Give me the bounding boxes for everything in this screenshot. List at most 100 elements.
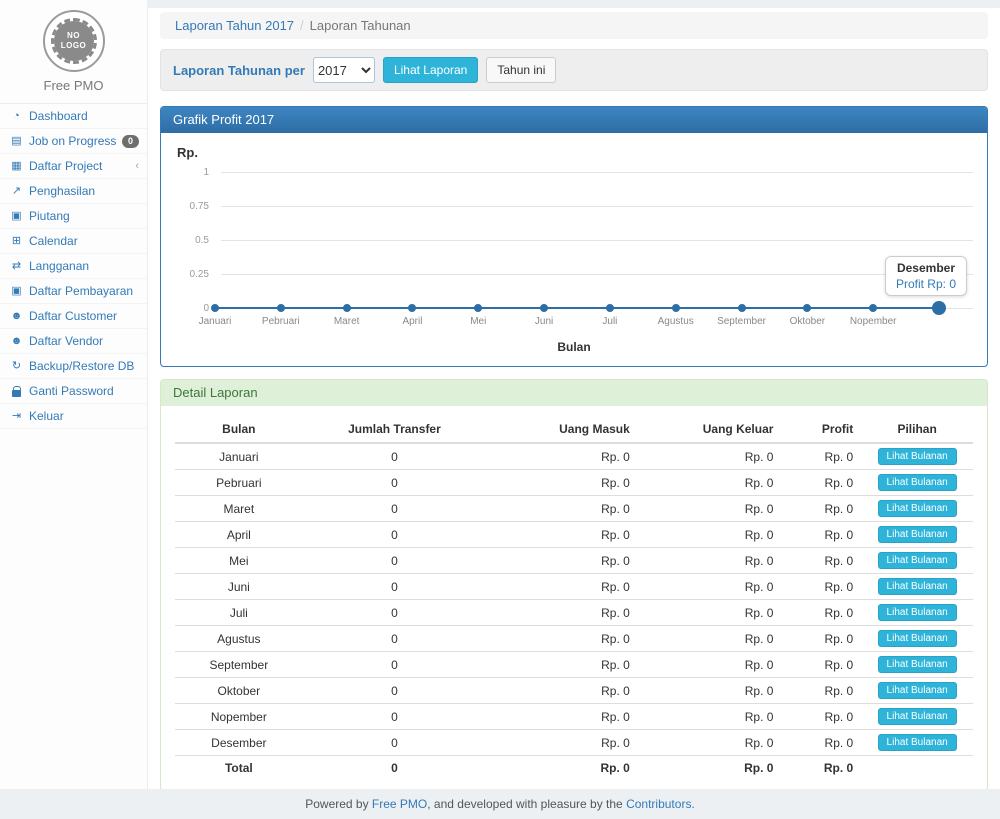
data-point-maret[interactable] xyxy=(343,304,351,312)
action-cell: Lihat Bulanan xyxy=(861,548,973,574)
uang-masuk-cell: Rp. 0 xyxy=(486,704,638,730)
uang-keluar-cell: Rp. 0 xyxy=(638,548,782,574)
data-point-september[interactable] xyxy=(738,304,746,312)
gridline xyxy=(221,206,973,207)
breadcrumb-separator: / xyxy=(300,18,304,33)
table-row: September0Rp. 0Rp. 0Rp. 0Lihat Bulanan xyxy=(175,652,973,678)
data-point-juli[interactable] xyxy=(606,304,614,312)
brand-block: NO LOGO Free PMO xyxy=(0,0,147,104)
jumlah-transfer-cell: 0 xyxy=(303,678,487,704)
uang-keluar-cell: Rp. 0 xyxy=(638,730,782,756)
table-body: Januari0Rp. 0Rp. 0Rp. 0Lihat BulananPebr… xyxy=(175,443,973,780)
column-header: Profit xyxy=(781,416,861,443)
sidebar-item-daftar-pembayaran[interactable]: ▣Daftar Pembayaran xyxy=(0,279,147,304)
uang-keluar-cell: Rp. 0 xyxy=(638,678,782,704)
jumlah-transfer-cell: 0 xyxy=(303,443,487,470)
uang-masuk-cell: Rp. 0 xyxy=(486,522,638,548)
view-monthly-button[interactable]: Lihat Bulanan xyxy=(878,734,957,751)
view-monthly-button[interactable]: Lihat Bulanan xyxy=(878,682,957,699)
bulan-cell: Agustus xyxy=(175,626,303,652)
jumlah-transfer-cell: 0 xyxy=(303,652,487,678)
sidebar-item-backup-restore-db[interactable]: ↻Backup/Restore DB xyxy=(0,354,147,379)
bulan-cell: Mei xyxy=(175,548,303,574)
jumlah-transfer-cell: 0 xyxy=(303,626,487,652)
data-point-nopember[interactable] xyxy=(869,304,877,312)
footer-text: Powered by xyxy=(305,797,372,811)
view-monthly-button[interactable]: Lihat Bulanan xyxy=(878,500,957,517)
data-point-juni[interactable] xyxy=(540,304,548,312)
uang-masuk-cell: Rp. 0 xyxy=(486,600,638,626)
y-tick-label: 0.75 xyxy=(175,201,209,212)
view-monthly-button[interactable]: Lihat Bulanan xyxy=(878,578,957,595)
view-monthly-button[interactable]: Lihat Bulanan xyxy=(878,630,957,647)
total-row: Total0Rp. 0Rp. 0Rp. 0 xyxy=(175,756,973,780)
data-point-januari[interactable] xyxy=(211,304,219,312)
view-report-button[interactable]: Lihat Laporan xyxy=(383,57,478,84)
data-point-desember[interactable] xyxy=(932,301,946,315)
action-cell: Lihat Bulanan xyxy=(861,730,973,756)
sidebar-item-dashboard[interactable]: ◔Dashboard xyxy=(0,104,147,129)
year-select[interactable]: 2017 xyxy=(313,57,375,83)
logo-seal-icon: NO LOGO xyxy=(51,18,97,64)
sidebar-item-daftar-vendor[interactable]: ☻Daftar Vendor xyxy=(0,329,147,354)
calendar-icon: ⊞ xyxy=(9,234,24,248)
sign-out-icon: ⇥ xyxy=(9,409,24,423)
chevron-left-icon: ‹ xyxy=(135,159,139,173)
table-row: April0Rp. 0Rp. 0Rp. 0Lihat Bulanan xyxy=(175,522,973,548)
view-monthly-button[interactable]: Lihat Bulanan xyxy=(878,526,957,543)
profit-cell: Rp. 0 xyxy=(781,652,861,678)
view-monthly-button[interactable]: Lihat Bulanan xyxy=(878,656,957,673)
data-point-oktober[interactable] xyxy=(803,304,811,312)
view-monthly-button[interactable]: Lihat Bulanan xyxy=(878,474,957,491)
sidebar-item-daftar-project[interactable]: ▦Daftar Project‹ xyxy=(0,154,147,179)
sidebar-item-ganti-password[interactable]: Ganti Password xyxy=(0,379,147,404)
jumlah-transfer-cell: 0 xyxy=(303,496,487,522)
sidebar-item-langganan[interactable]: ⇄Langganan xyxy=(0,254,147,279)
action-cell: Lihat Bulanan xyxy=(861,600,973,626)
profit-cell: Rp. 0 xyxy=(781,626,861,652)
bulan-cell: Januari xyxy=(175,443,303,470)
sidebar-item-keluar[interactable]: ⇥Keluar xyxy=(0,404,147,429)
profit-cell: Rp. 0 xyxy=(781,548,861,574)
data-point-mei[interactable] xyxy=(474,304,482,312)
table-row: Januari0Rp. 0Rp. 0Rp. 0Lihat Bulanan xyxy=(175,443,973,470)
data-point-pebruari[interactable] xyxy=(277,304,285,312)
view-monthly-button[interactable]: Lihat Bulanan xyxy=(878,552,957,569)
uang-keluar-cell: Rp. 0 xyxy=(638,626,782,652)
jumlah-transfer-cell: 0 xyxy=(303,548,487,574)
data-point-agustus[interactable] xyxy=(672,304,680,312)
view-monthly-button[interactable]: Lihat Bulanan xyxy=(878,708,957,725)
breadcrumb-link[interactable]: Laporan Tahun 2017 xyxy=(175,18,294,33)
view-monthly-button[interactable]: Lihat Bulanan xyxy=(878,604,957,621)
sidebar-item-daftar-customer[interactable]: ☻Daftar Customer xyxy=(0,304,147,329)
column-header: Pilihan xyxy=(861,416,973,443)
dashboard-icon: ◔ xyxy=(9,109,24,123)
bulan-cell: September xyxy=(175,652,303,678)
bulan-cell: Juli xyxy=(175,600,303,626)
table-row: Pebruari0Rp. 0Rp. 0Rp. 0Lihat Bulanan xyxy=(175,470,973,496)
sidebar-item-job-on-progress[interactable]: ▤Job on Progress0 xyxy=(0,129,147,154)
users-icon: ☻ xyxy=(9,334,24,348)
data-point-april[interactable] xyxy=(408,304,416,312)
table-row: Nopember0Rp. 0Rp. 0Rp. 0Lihat Bulanan xyxy=(175,704,973,730)
this-year-button[interactable]: Tahun ini xyxy=(486,57,556,84)
sidebar-item-calendar[interactable]: ⊞Calendar xyxy=(0,229,147,254)
y-axis-label: Rp. xyxy=(177,145,973,160)
y-tick-label: 0 xyxy=(175,303,209,314)
profit-cell: Rp. 0 xyxy=(781,574,861,600)
view-monthly-button[interactable]: Lihat Bulanan xyxy=(878,448,957,465)
table-row: Desember0Rp. 0Rp. 0Rp. 0Lihat Bulanan xyxy=(175,730,973,756)
y-tick-label: 0.5 xyxy=(175,235,209,246)
uang-masuk-cell: Rp. 0 xyxy=(486,548,638,574)
sidebar-item-penghasilan[interactable]: ↗Penghasilan xyxy=(0,179,147,204)
x-tick-label: Juni xyxy=(508,316,580,327)
footer-contributors-link[interactable]: Contributors. xyxy=(626,797,695,811)
sidebar-item-piutang[interactable]: ▣Piutang xyxy=(0,204,147,229)
lock-icon xyxy=(9,386,24,397)
table-header-row: BulanJumlah TransferUang MasukUang Kelua… xyxy=(175,416,973,443)
gridline xyxy=(221,172,973,173)
footer-brand-link[interactable]: Free PMO xyxy=(372,797,427,811)
action-cell: Lihat Bulanan xyxy=(861,470,973,496)
uang-masuk-cell: Rp. 0 xyxy=(486,443,638,470)
uang-masuk-cell: Rp. 0 xyxy=(486,756,638,780)
